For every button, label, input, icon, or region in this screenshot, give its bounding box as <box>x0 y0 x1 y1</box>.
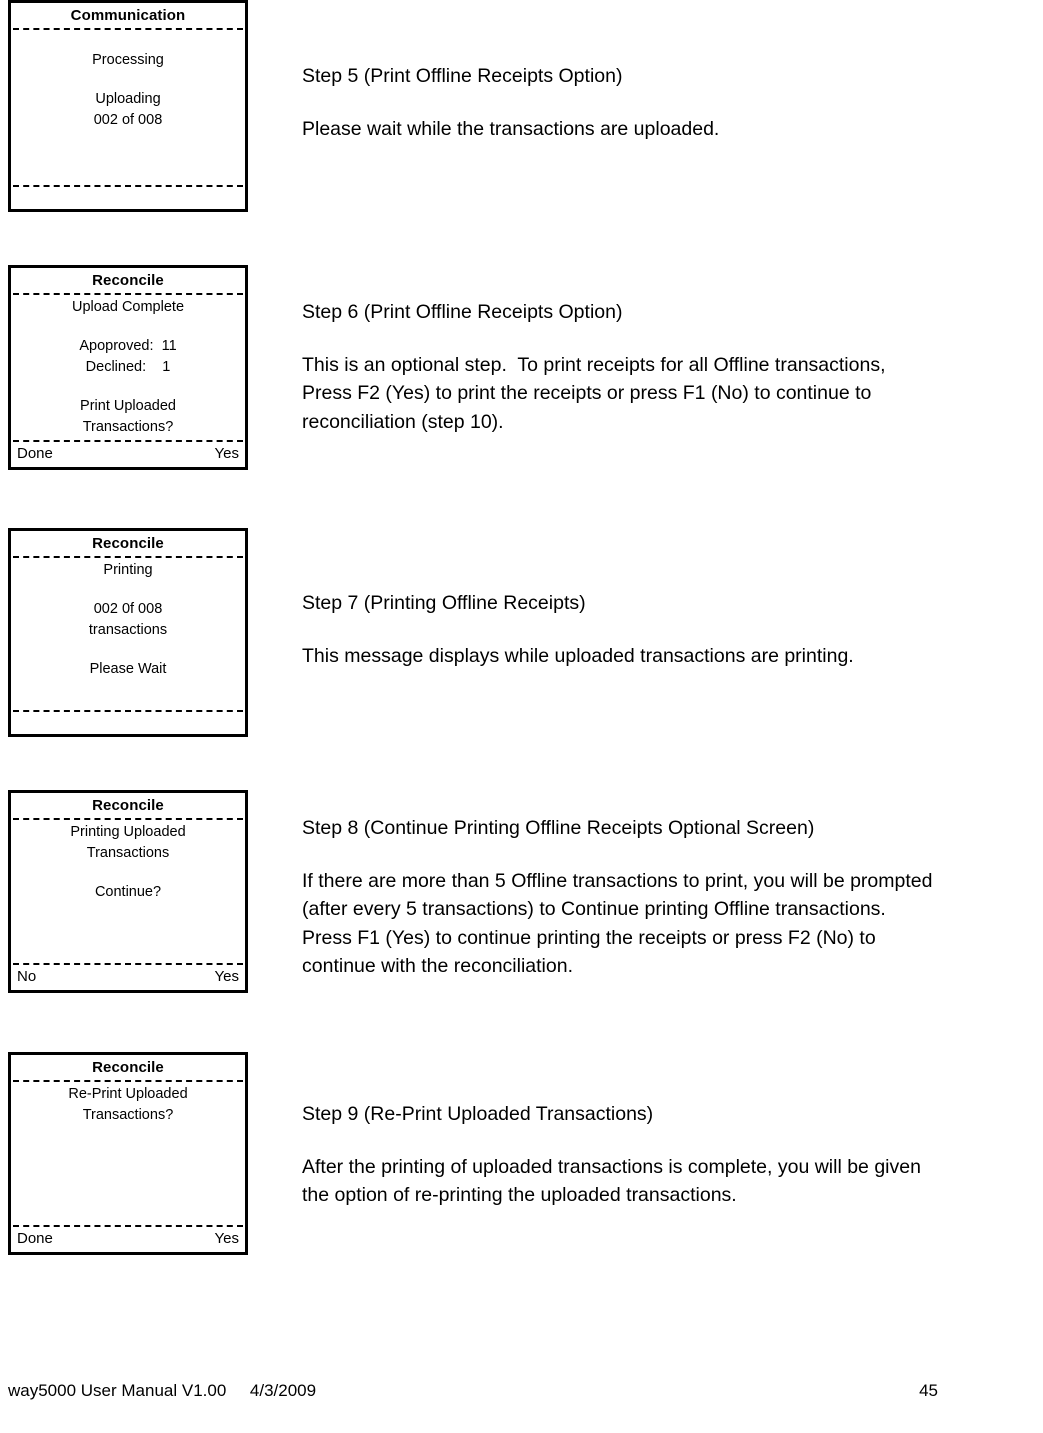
footer-manual-info: way5000 User Manual V1.00 4/3/2009 <box>8 1381 317 1400</box>
terminal-screen-communication-uploading: Communication Processing Uploading 002 o… <box>8 0 248 212</box>
step-9-heading: Step 9 (Re-Print Uploaded Transactions) <box>302 1103 654 1125</box>
screen-body-line: Transactions <box>86 845 170 861</box>
screen-body-gap <box>11 378 245 396</box>
screen-softkey-bar <box>11 187 245 209</box>
softkey-left-done[interactable]: Done <box>17 1228 53 1250</box>
screen-title: Reconcile <box>92 272 164 289</box>
screen-body-gap <box>11 641 245 659</box>
softkey-right-yes[interactable]: Yes <box>215 966 239 988</box>
terminal-screen-reconcile-upload-complete: Reconcile Upload Complete Apoproved: 11 … <box>8 265 248 470</box>
screen-body-gap <box>11 581 245 599</box>
step-5-block: Step 5 (Print Offline Receipts Option) P… <box>302 62 1022 143</box>
screen-softkey-bar: Done Yes <box>11 1227 245 1252</box>
declined-count-line: Declined: 1 <box>85 359 171 375</box>
screen-softkey-bar: No Yes <box>11 965 245 990</box>
print-progress-line: 002 0f 008 <box>93 601 163 617</box>
softkey-right-yes[interactable]: Yes <box>215 443 239 465</box>
screen-body-line: transactions <box>88 622 168 638</box>
screen-body-gap <box>11 864 245 882</box>
step-8-paragraph-line: continue with the reconciliation. <box>302 955 573 977</box>
step-text-spacer <box>302 843 1043 867</box>
softkey-right-yes[interactable]: Yes <box>215 1228 239 1250</box>
footer-page-number: 45 <box>919 1381 938 1400</box>
step-8-paragraph-line: Press F1 (Yes) to continue printing the … <box>302 926 876 949</box>
screen-title: Communication <box>70 7 186 24</box>
approved-count-line: Apoproved: 11 <box>79 338 177 354</box>
screen-body-gap <box>11 318 245 336</box>
screen-body-line: Uploading <box>95 91 161 107</box>
screen-body-gap <box>11 71 245 89</box>
terminal-screen-reconcile-printing: Reconcile Printing 002 0f 008 transactio… <box>8 528 248 737</box>
step-9-block: Step 9 (Re-Print Uploaded Transactions) … <box>302 1100 1042 1210</box>
step-6-heading: Step 6 (Print Offline Receipts Option) <box>302 301 623 323</box>
screen-body-line: Processing <box>92 52 164 68</box>
step-7-block: Step 7 (Printing Offline Receipts) This … <box>302 589 1032 670</box>
softkey-left-done[interactable]: Done <box>17 443 53 465</box>
step-9-paragraph-line: After the printing of uploaded transacti… <box>302 1155 921 1178</box>
step-text-spacer <box>302 91 1022 115</box>
screen-body-line: Printing <box>103 562 153 578</box>
screen-softkey-bar <box>11 712 245 734</box>
step-text-spacer <box>302 327 1042 351</box>
step-text-spacer <box>302 1129 1042 1153</box>
screen-title: Reconcile <box>92 535 164 552</box>
step-8-paragraph-line: If there are more than 5 Offline transac… <box>302 869 933 892</box>
page-footer: way5000 User Manual V1.00 4/3/2009 45 <box>8 1380 1033 1402</box>
softkey-left-no[interactable]: No <box>17 966 36 988</box>
screen-title: Reconcile <box>92 1059 164 1076</box>
step-9-paragraph-line: the option of re-printing the uploaded t… <box>302 1184 737 1206</box>
screen-body-gap <box>11 32 245 50</box>
screen-body: Printing Uploaded Transactions Continue? <box>11 820 245 963</box>
screen-title: Reconcile <box>92 797 164 814</box>
step-6-block: Step 6 (Print Offline Receipts Option) T… <box>302 298 1042 436</box>
terminal-screen-reconcile-continue-printing: Reconcile Printing Uploaded Transactions… <box>8 790 248 993</box>
screen-body-line: 002 of 008 <box>93 112 163 128</box>
screen-body-line: Upload Complete <box>71 299 185 315</box>
screen-body: Printing 002 0f 008 transactions Please … <box>11 558 245 710</box>
step-8-heading: Step 8 (Continue Printing Offline Receip… <box>302 817 815 839</box>
screen-body-line: Transactions? <box>82 419 174 435</box>
screen-body: Processing Uploading 002 of 008 <box>11 30 245 185</box>
step-8-block: Step 8 (Continue Printing Offline Receip… <box>302 814 1043 981</box>
screen-body: Upload Complete Apoproved: 11 Declined: … <box>11 295 245 440</box>
step-7-paragraph-line: This message displays while uploaded tra… <box>302 644 854 667</box>
step-5-heading: Step 5 (Print Offline Receipts Option) <box>302 65 623 87</box>
screen-body-line: Transactions? <box>82 1107 174 1123</box>
screen-softkey-bar: Done Yes <box>11 442 245 467</box>
step-5-paragraph-line: Please wait while the transactions are u… <box>302 117 720 140</box>
screen-body-line: Please Wait <box>89 661 167 677</box>
screen-body: Re-Print Uploaded Transactions? <box>11 1082 245 1225</box>
terminal-screen-reconcile-reprint: Reconcile Re-Print Uploaded Transactions… <box>8 1052 248 1255</box>
step-6-paragraph-line: reconciliation (step 10). <box>302 410 504 433</box>
step-6-paragraph-line: Press F2 (Yes) to print the receipts or … <box>302 382 872 404</box>
step-6-paragraph-line: This is an optional step. To print recei… <box>302 353 886 376</box>
document-page: Communication Processing Uploading 002 o… <box>0 0 1043 1433</box>
step-8-paragraph-line: (after every 5 transactions) to Continue… <box>302 898 886 920</box>
screen-body-line: Print Uploaded <box>80 398 176 414</box>
screen-body-line: Re-Print Uploaded <box>68 1086 188 1102</box>
step-text-spacer <box>302 618 1032 642</box>
step-7-heading: Step 7 (Printing Offline Receipts) <box>302 592 586 614</box>
screen-body-line: Continue? <box>94 884 162 900</box>
screen-body-line: Printing Uploaded <box>70 824 186 840</box>
